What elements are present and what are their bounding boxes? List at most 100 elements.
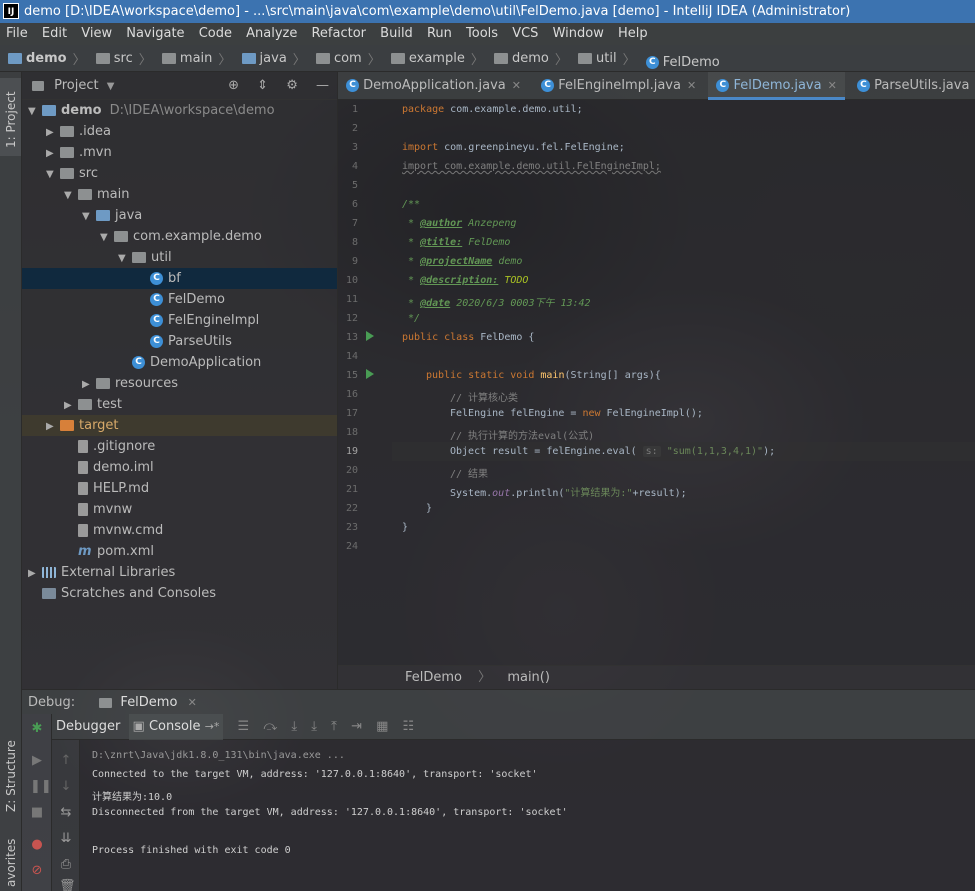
project-tool-button[interactable]: 1: Project — [0, 78, 21, 156]
run-to-cursor-icon[interactable]: ⇥ — [351, 714, 362, 740]
tree-item[interactable]: demo.iml — [22, 457, 337, 478]
menu-vcs[interactable]: VCS — [508, 23, 542, 45]
close-icon[interactable]: ✕ — [512, 79, 521, 92]
mute-breakpoints-icon[interactable]: ⊘ — [30, 864, 44, 878]
line-number[interactable]: 23 — [338, 522, 358, 533]
code-editor[interactable]: 1 2 3 4 5 6 7 8 9 10 11 12 13 14 15 16 17 18 19 20 21 22 23 24 … — [338, 100, 975, 665]
line-number[interactable]: 19 — [338, 446, 358, 457]
force-step-into-icon[interactable]: ⤓ — [311, 714, 317, 740]
menu-navigate[interactable]: Navigate — [122, 23, 188, 45]
step-into-icon[interactable]: ⤓ — [291, 714, 297, 740]
structure-tool-label[interactable]: Z: Structure — [4, 740, 18, 812]
line-number[interactable]: 21 — [338, 484, 358, 495]
close-icon[interactable]: ✕ — [828, 79, 837, 92]
breadcrumb-java[interactable]: java — [241, 45, 287, 72]
tree-item[interactable]: mvnw.cmd — [22, 520, 337, 541]
chevron-down-icon[interactable]: ▼ — [82, 206, 96, 227]
tree-item[interactable]: Cbf — [22, 268, 337, 289]
breadcrumb-example[interactable]: example — [390, 45, 465, 72]
editor-crumb-method[interactable]: main() — [507, 670, 550, 685]
tree-item[interactable]: ▼ com.example.demo — [22, 226, 337, 247]
soft-wrap-icon[interactable]: ⇆ — [59, 806, 73, 820]
chevron-right-icon[interactable]: ▶ — [64, 395, 78, 416]
chevron-right-icon[interactable]: ▶ — [28, 563, 42, 584]
console-output[interactable]: D:\znrt\Java\jdk1.8.0_131\bin\java.exe .… — [80, 740, 975, 891]
tree-item[interactable]: ▶ External Libraries — [22, 562, 337, 583]
line-number[interactable]: 16 — [338, 389, 358, 400]
line-number[interactable]: 17 — [338, 408, 358, 419]
line-number[interactable]: 22 — [338, 503, 358, 514]
tree-item[interactable]: ▼ util — [22, 247, 337, 268]
chevron-down-icon[interactable]: ▼ — [107, 81, 115, 92]
up-arrow-icon[interactable]: ↑ — [59, 754, 73, 768]
down-arrow-icon[interactable]: ↓ — [59, 780, 73, 794]
line-number[interactable]: 1 — [338, 104, 358, 115]
chevron-down-icon[interactable]: ▼ — [118, 248, 132, 269]
chevron-right-icon[interactable]: ▶ — [46, 122, 60, 143]
debug-session-tab[interactable]: FelDemo ✕ — [99, 695, 197, 710]
run-class-icon[interactable] — [366, 331, 374, 341]
tree-item[interactable]: mvnw — [22, 499, 337, 520]
tree-item[interactable]: ▶ .mvn — [22, 142, 337, 163]
breadcrumb-src[interactable]: src — [95, 45, 133, 72]
tree-item[interactable]: ▼ demo D:\IDEA\workspace\demo — [22, 100, 337, 121]
line-number[interactable]: 3 — [338, 142, 358, 153]
view-breakpoints-icon[interactable]: ● — [30, 838, 44, 852]
tree-item[interactable]: ▼ src — [22, 163, 337, 184]
menu-view[interactable]: View — [77, 23, 116, 45]
line-number[interactable]: 12 — [338, 313, 358, 324]
menu-run[interactable]: Run — [423, 23, 456, 45]
line-number[interactable]: 7 — [338, 218, 358, 229]
chevron-right-icon[interactable]: ▶ — [46, 143, 60, 164]
chevron-right-icon[interactable]: ▶ — [46, 416, 60, 437]
line-number[interactable]: 6 — [338, 199, 358, 210]
tree-item[interactable]: C FelDemo — [22, 289, 337, 310]
line-number[interactable]: 20 — [338, 465, 358, 476]
menu-build[interactable]: Build — [376, 23, 417, 45]
project-view-selector[interactable]: Project — [54, 78, 98, 93]
tree-item[interactable]: Scratches and Consoles — [22, 583, 337, 604]
tree-item[interactable]: HELP.md — [22, 478, 337, 499]
tree-item[interactable]: C ParseUtils — [22, 331, 337, 352]
tab-parseutils[interactable]: C ParseUtils.java — [849, 72, 975, 100]
line-number[interactable]: 15 — [338, 370, 358, 381]
chevron-down-icon[interactable]: ▼ — [28, 101, 42, 122]
close-icon[interactable]: ✕ — [687, 79, 696, 92]
tab-debugger[interactable]: Debugger — [52, 714, 124, 740]
tree-item[interactable]: C DemoApplication — [22, 352, 337, 373]
menu-refactor[interactable]: Refactor — [307, 23, 370, 45]
editor-crumb-class[interactable]: FelDemo — [405, 670, 462, 685]
locate-target-icon[interactable]: ⊕ — [228, 78, 239, 93]
breadcrumb-demo-pkg[interactable]: demo — [494, 45, 549, 72]
menu-edit[interactable]: Edit — [38, 23, 71, 45]
collapse-all-icon[interactable]: ⇕ — [257, 78, 268, 93]
breadcrumb-main[interactable]: main — [161, 45, 212, 72]
menu-code[interactable]: Code — [195, 23, 236, 45]
menu-help[interactable]: Help — [614, 23, 652, 45]
close-icon[interactable]: ✕ — [188, 696, 197, 709]
breadcrumb-util[interactable]: util — [578, 45, 617, 72]
tree-item[interactable]: ▶ test — [22, 394, 337, 415]
line-number[interactable]: 2 — [338, 123, 358, 134]
evaluate-expression-icon[interactable]: ▦ — [376, 714, 388, 740]
resume-icon[interactable]: ▶ — [30, 754, 44, 768]
line-number[interactable]: 8 — [338, 237, 358, 248]
tree-item[interactable]: ▶ target — [22, 415, 337, 436]
favorites-tool-label[interactable]: avorites — [4, 839, 18, 887]
more-options-icon[interactable]: ☷ — [403, 714, 415, 740]
menu-tools[interactable]: Tools — [462, 23, 502, 45]
clear-all-icon[interactable]: 🗑 — [59, 880, 76, 891]
line-number[interactable]: 13 — [338, 332, 358, 343]
menu-window[interactable]: Window — [549, 23, 608, 45]
breadcrumb-demo[interactable]: demo — [8, 45, 67, 72]
bug-icon[interactable]: ✱ — [30, 722, 44, 736]
stop-icon[interactable]: ■ — [30, 806, 44, 820]
step-over-icon[interactable]: ⤼ — [263, 714, 277, 740]
tab-felengineimpl[interactable]: C FelEngineImpl.java ✕ — [533, 72, 704, 100]
menu-file[interactable]: File — [2, 23, 32, 45]
tab-demoapplication[interactable]: C DemoApplication.java ✕ — [338, 72, 529, 100]
gear-icon[interactable]: ⚙ — [286, 78, 298, 93]
pause-icon[interactable]: ❚❚ — [30, 780, 52, 794]
tab-console[interactable]: ▣ Console →* — [128, 714, 224, 740]
scroll-to-end-icon[interactable]: ⇊ — [59, 832, 73, 846]
